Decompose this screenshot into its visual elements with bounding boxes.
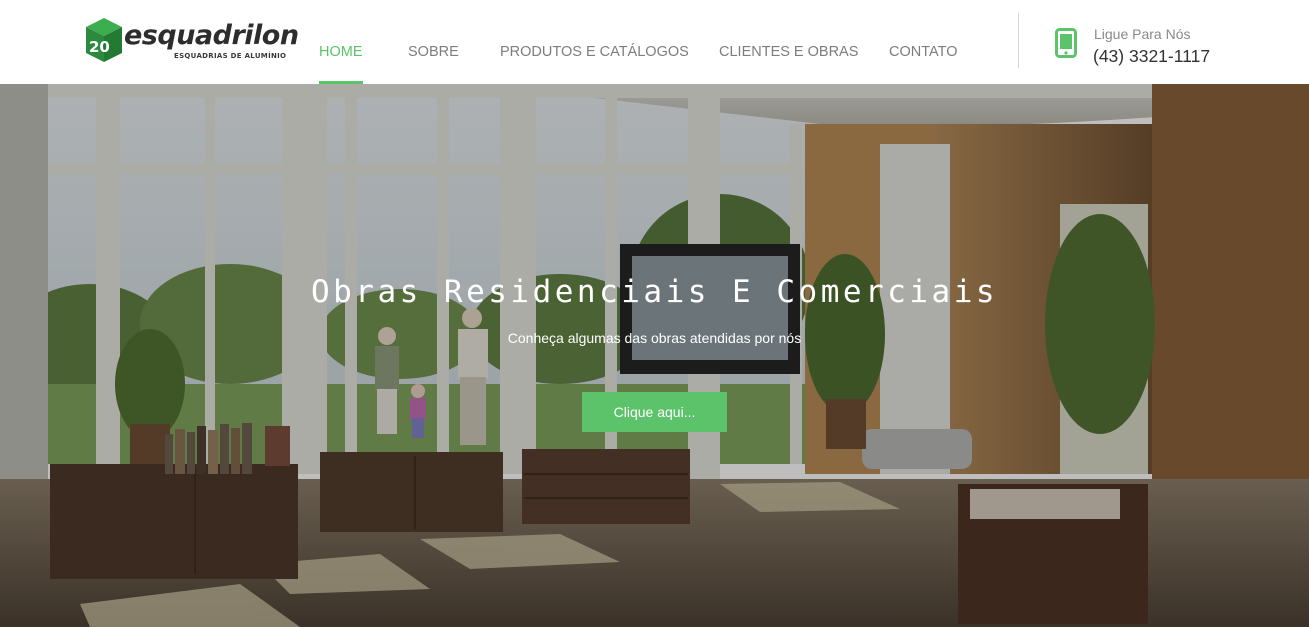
nav-item-produtos-e-catalogos[interactable]: PRODUTOS E CATÁLOGOS xyxy=(500,0,689,84)
header-divider xyxy=(1018,13,1019,68)
svg-text:20: 20 xyxy=(89,38,110,56)
brand-tagline: ESQUADRIAS DE ALUMÍNIO xyxy=(174,52,287,60)
phone-label: Ligue Para Nós xyxy=(1094,26,1191,42)
nav-item-home[interactable]: HOME xyxy=(319,0,363,84)
site-header: 20 esquadrilon ESQUADRIAS DE ALUMÍNIO HO… xyxy=(0,0,1309,84)
nav-item-clientes-e-obras[interactable]: CLIENTES E OBRAS xyxy=(719,0,858,84)
hero-slider: Obras Residenciais E Comerciais Conheça … xyxy=(0,84,1309,627)
brand-name: esquadrilon xyxy=(124,20,299,51)
hero-subtitle: Conheça algumas das obras atendidas por … xyxy=(507,330,802,346)
smartphone-icon xyxy=(1055,28,1077,58)
hero-title: Obras Residenciais E Comerciais xyxy=(310,274,999,310)
phone-number[interactable]: (43) 3321-1117 xyxy=(1093,46,1210,67)
hero-cta-button[interactable]: Clique aqui... xyxy=(582,392,727,432)
nav-item-sobre[interactable]: SOBRE xyxy=(408,0,459,84)
hero-dark-overlay xyxy=(0,84,1309,627)
nav-item-contato[interactable]: CONTATO xyxy=(889,0,957,84)
logo-cube-icon: 20 xyxy=(86,18,122,62)
brand-logo[interactable]: 20 esquadrilon ESQUADRIAS DE ALUMÍNIO xyxy=(84,16,299,66)
